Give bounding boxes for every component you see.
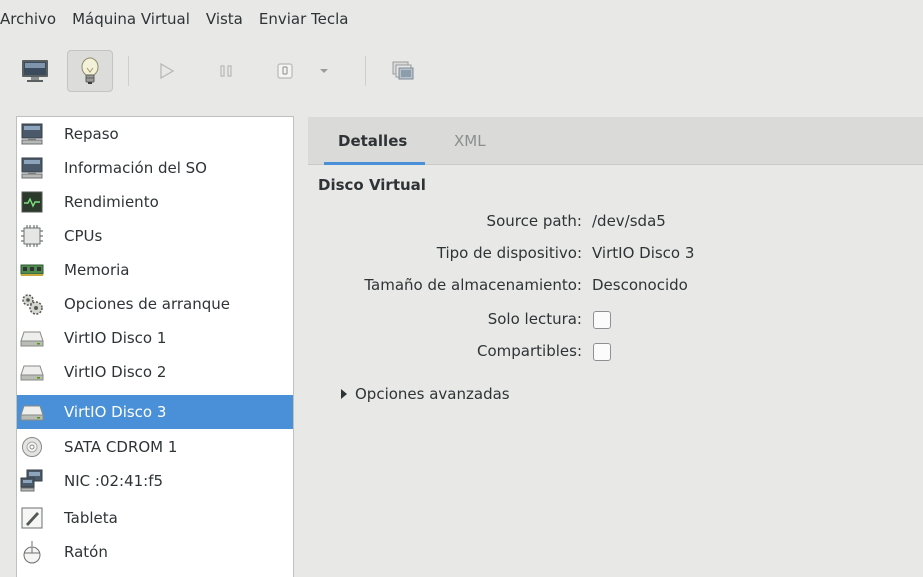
- cdrom-icon: [20, 435, 44, 459]
- monitor-icon: [20, 156, 44, 180]
- sidebar-item-label: VirtIO Disco 2: [64, 363, 167, 381]
- sidebar-item-label: Ratón: [64, 543, 108, 561]
- cpu-icon: [20, 224, 44, 248]
- snapshots-button[interactable]: [380, 50, 426, 92]
- mouse-icon: [20, 540, 44, 564]
- chevron-down-icon: [320, 69, 328, 73]
- details-view-button[interactable]: [67, 50, 113, 92]
- readonly-checkbox[interactable]: [593, 311, 611, 329]
- sidebar-item-label: Repaso: [64, 125, 119, 143]
- performance-icon: [20, 190, 44, 214]
- advanced-options-expander[interactable]: Opciones avanzadas: [341, 385, 510, 403]
- console-view-button[interactable]: [12, 50, 58, 92]
- sidebar-item-informacion-so[interactable]: Información del SO: [17, 151, 293, 185]
- disk-icon: [20, 326, 44, 350]
- sidebar-item-label: SATA CDROM 1: [64, 438, 178, 456]
- disk-icon: [20, 400, 44, 424]
- sidebar-item-virtio-disco-2[interactable]: VirtIO Disco 2: [17, 355, 293, 389]
- sidebar-item-virtio-disco-3[interactable]: VirtIO Disco 3: [17, 395, 293, 429]
- memory-icon: [20, 258, 44, 282]
- sidebar-item-sata-cdrom-1[interactable]: SATA CDROM 1: [17, 430, 293, 464]
- sidebar-item-rendimiento[interactable]: Rendimiento: [17, 185, 293, 219]
- sidebar-item-label: VirtIO Disco 3: [64, 403, 167, 421]
- menu-enviar-tecla[interactable]: Enviar Tecla: [259, 10, 349, 28]
- run-button[interactable]: [144, 50, 190, 92]
- menu-archivo[interactable]: Archivo: [0, 10, 56, 28]
- play-icon: [160, 62, 175, 80]
- gears-icon: [20, 292, 44, 316]
- sidebar-item-memoria[interactable]: Memoria: [17, 253, 293, 287]
- toolbar-separator: [128, 56, 129, 86]
- shutdown-button[interactable]: [262, 50, 308, 92]
- menu-vista[interactable]: Vista: [206, 10, 243, 28]
- tablet-icon: [20, 506, 44, 530]
- network-icon: [20, 469, 44, 493]
- menubar: Archivo Máquina Virtual Vista Enviar Tec…: [0, 0, 923, 38]
- sidebar-item-tableta[interactable]: Tableta: [17, 501, 293, 535]
- sidebar-item-label: Tableta: [64, 509, 118, 527]
- sidebar-item-label: CPUs: [64, 227, 103, 245]
- pause-button[interactable]: [203, 50, 249, 92]
- advanced-options-label: Opciones avanzadas: [355, 385, 510, 403]
- pause-icon: [220, 65, 232, 77]
- shareable-checkbox[interactable]: [593, 343, 611, 361]
- sidebar-item-opciones-arranque[interactable]: Opciones de arranque: [17, 287, 293, 321]
- section-title: Disco Virtual: [318, 176, 426, 194]
- sidebar-item-nic[interactable]: NIC :02:41:f5: [17, 464, 293, 498]
- snapshot-icon: [392, 61, 414, 80]
- storage-size-label: Tamaño de almacenamiento:: [364, 276, 582, 294]
- device-type-value: VirtIO Disco 3: [592, 244, 695, 262]
- sidebar-item-label: Rendimiento: [64, 193, 159, 211]
- monitor-icon: [20, 122, 44, 146]
- readonly-label: Solo lectura:: [487, 310, 582, 328]
- shutdown-menu-button[interactable]: [309, 50, 339, 92]
- toolbar: [0, 44, 923, 100]
- shareable-label: Compartibles:: [477, 342, 582, 360]
- sidebar-item-label: Información del SO: [64, 159, 207, 177]
- disk-icon: [20, 360, 44, 384]
- sidebar-item-label: Memoria: [64, 261, 130, 279]
- tab-bar: Detalles XML: [308, 117, 923, 165]
- sidebar-item-raton[interactable]: Ratón: [17, 535, 293, 569]
- sidebar-item-label: Opciones de arranque: [64, 295, 230, 313]
- sidebar-item-repaso[interactable]: Repaso: [17, 117, 293, 151]
- tab-detalles[interactable]: Detalles: [338, 117, 407, 165]
- expander-arrow-icon: [341, 389, 347, 399]
- sidebar-item-label: NIC :02:41:f5: [64, 472, 164, 490]
- monitor-icon: [22, 60, 48, 82]
- toolbar-separator: [365, 56, 366, 86]
- lightbulb-icon: [81, 57, 99, 84]
- tab-xml[interactable]: XML: [454, 117, 486, 165]
- sidebar-item-virtio-disco-1[interactable]: VirtIO Disco 1: [17, 321, 293, 355]
- active-tab-indicator: [324, 162, 425, 165]
- menu-maquina-virtual[interactable]: Máquina Virtual: [72, 10, 190, 28]
- device-type-label: Tipo de dispositivo:: [436, 244, 582, 262]
- source-path-label: Source path:: [486, 212, 582, 230]
- sidebar-item-cpus[interactable]: CPUs: [17, 219, 293, 253]
- sidebar-item-label: VirtIO Disco 1: [64, 329, 167, 347]
- power-icon: [277, 63, 293, 79]
- storage-size-value: Desconocido: [592, 276, 688, 294]
- hardware-list: Repaso Información del SO Rendimiento CP…: [16, 116, 294, 577]
- source-path-value: /dev/sda5: [592, 212, 666, 230]
